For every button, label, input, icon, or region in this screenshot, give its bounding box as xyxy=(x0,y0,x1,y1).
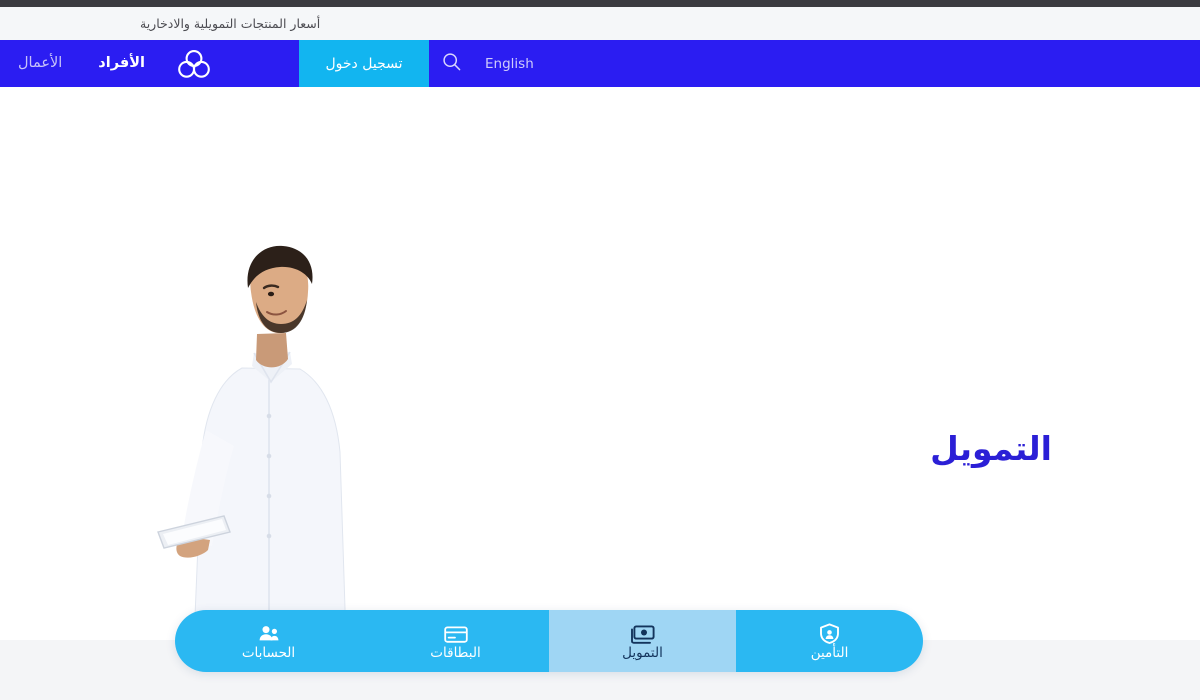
browser-chrome-strip xyxy=(0,0,1200,7)
people-accounts-icon xyxy=(258,622,280,644)
search-icon xyxy=(442,52,461,75)
search-button[interactable] xyxy=(429,40,473,87)
navbar-items: الأفراد الأعمال xyxy=(0,40,163,87)
utility-bar: أسعار المنتجات التمويلية والادخارية xyxy=(0,7,1200,40)
page-title: التمويل xyxy=(930,429,1052,468)
tab-insurance[interactable]: التأمين xyxy=(736,610,923,672)
tab-cards-label: البطاقات xyxy=(430,644,481,661)
banknote-cash-icon xyxy=(630,622,655,644)
nav-item-business[interactable]: الأعمال xyxy=(0,40,80,87)
navbar-tail-spacer xyxy=(239,40,299,87)
bank-logo[interactable] xyxy=(163,40,225,87)
hero-section: التمويل xyxy=(0,87,1200,640)
hero-person-image xyxy=(150,240,410,640)
nav-item-individuals[interactable]: الأفراد xyxy=(80,40,163,87)
utility-bar-rates-link[interactable]: أسعار المنتجات التمويلية والادخارية xyxy=(0,16,320,31)
navbar-left-group: English تسجيل دخول xyxy=(239,40,546,87)
product-tabbar: الحسابات البطاقات التمويل التأمين xyxy=(175,610,923,672)
primary-navbar: الأفراد الأعمال English تسجيل دخول xyxy=(0,40,1200,87)
language-toggle[interactable]: English xyxy=(473,40,546,87)
tab-financing-label: التمويل xyxy=(622,644,663,661)
navbar-right-group: الأفراد الأعمال xyxy=(0,40,239,87)
tab-cards[interactable]: البطاقات xyxy=(362,610,549,672)
shield-person-icon xyxy=(819,622,840,644)
tab-financing[interactable]: التمويل xyxy=(549,610,736,672)
login-button[interactable]: تسجيل دخول xyxy=(299,40,429,87)
tab-insurance-label: التأمين xyxy=(810,644,849,661)
page-root: أسعار المنتجات التمويلية والادخارية الأف… xyxy=(0,0,1200,700)
tab-accounts[interactable]: الحسابات xyxy=(175,610,362,672)
credit-card-icon xyxy=(443,622,468,644)
tab-accounts-label: الحسابات xyxy=(241,644,296,661)
